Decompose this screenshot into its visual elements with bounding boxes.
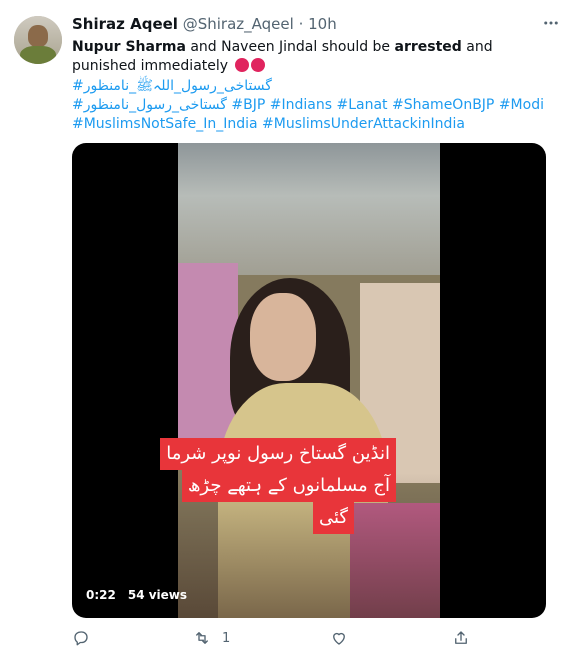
- caption-line-2: آج مسلمانوں کے ہتھے چڑھ: [181, 470, 396, 502]
- hashtag-line-2[interactable]: #گستاخی_رسول_نامنظور #BJP #Indians #Lana…: [72, 96, 552, 115]
- video-views: 54 views: [127, 588, 188, 602]
- avatar[interactable]: [14, 16, 62, 64]
- share-icon[interactable]: [452, 626, 470, 650]
- mention-bold-1: Nupur Sharma: [72, 39, 186, 55]
- video-duration: 0:22: [86, 588, 116, 602]
- video-caption: انڈین گستاخ رسول نوپر شرما آج مسلمانوں ک…: [160, 438, 396, 536]
- angry-face-icon: [250, 58, 265, 72]
- tweet-text: Nupur Sharma and Naveen Jindal should be…: [72, 38, 552, 76]
- separator-dot: ·: [298, 15, 304, 33]
- retweet-count: 1: [222, 630, 231, 646]
- retweet-icon: [196, 632, 208, 644]
- video-info: 0:22 54 views: [86, 588, 199, 602]
- caption-line-3: گئی: [312, 502, 354, 534]
- mention-bold-2: arrested: [394, 39, 462, 55]
- retweet-button[interactable]: 1: [193, 626, 230, 650]
- caption-line-1: انڈین گستاخ رسول نوپر شرما: [160, 438, 396, 470]
- video-frame: [178, 143, 440, 618]
- action-bar: 1: [72, 626, 492, 650]
- angry-face-icon: [234, 58, 249, 72]
- more-icon[interactable]: [541, 14, 561, 34]
- heart-icon[interactable]: [330, 626, 348, 650]
- hashtag-line-3[interactable]: #MuslimsNotSafe_In_India #MuslimsUnderAt…: [72, 115, 465, 134]
- tweet-header: Shiraz Aqeel @Shiraz_Aqeel · 10h: [72, 14, 337, 34]
- author-handle[interactable]: @Shiraz_Aqeel: [183, 15, 294, 33]
- tweet-text-part2: and Naveen Jindal should be: [185, 39, 395, 55]
- hashtag-line-1[interactable]: #گستاخی_رسول_اللہﷺ_نامنظور: [72, 77, 272, 96]
- video-player[interactable]: انڈین گستاخ رسول نوپر شرما آج مسلمانوں ک…: [72, 143, 546, 618]
- tweet[interactable]: Shiraz Aqeel @Shiraz_Aqeel · 10h Nupur S…: [0, 0, 575, 657]
- timestamp[interactable]: 10h: [308, 15, 337, 33]
- reply-icon[interactable]: [72, 626, 90, 650]
- author-name[interactable]: Shiraz Aqeel: [72, 15, 178, 33]
